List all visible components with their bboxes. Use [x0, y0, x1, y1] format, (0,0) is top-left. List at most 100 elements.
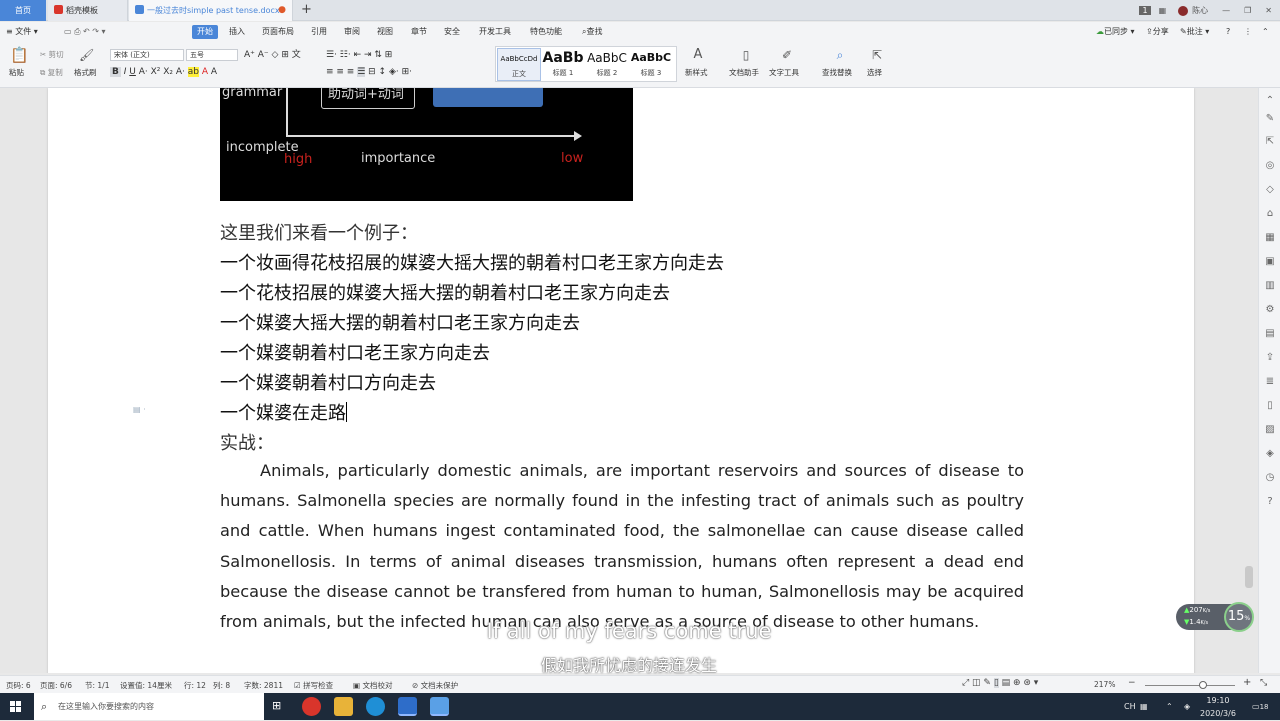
- doc-example-line-5[interactable]: 一个媒婆朝着村口方向走去: [220, 369, 436, 395]
- spell-check-button[interactable]: ☑ 拼写检查: [294, 680, 333, 691]
- format-painter-icon[interactable]: 🖌: [79, 48, 94, 62]
- menu-features[interactable]: 特色功能: [530, 25, 562, 39]
- status-col[interactable]: 列: 8: [213, 680, 230, 691]
- help-button[interactable]: ?: [1226, 25, 1230, 39]
- document-icon[interactable]: ▯: [1263, 399, 1277, 413]
- file-explorer-icon[interactable]: [334, 697, 353, 716]
- menu-view[interactable]: 视图: [377, 25, 393, 39]
- share-button[interactable]: ⇪分享: [1146, 25, 1169, 39]
- collapse-pane-icon[interactable]: ⌃: [1263, 94, 1277, 108]
- taskbar-search-box[interactable]: ⌕ 在这里输入你要搜索的内容: [34, 693, 264, 720]
- tab-document[interactable]: 一般过去时simple past tense.docx ●: [129, 0, 293, 21]
- cursor-icon[interactable]: ⇱: [1263, 135, 1277, 149]
- new-style-icon[interactable]: A: [691, 48, 705, 62]
- netease-music-icon[interactable]: [302, 697, 321, 716]
- sliders-icon[interactable]: ≣: [1263, 375, 1277, 389]
- vertical-scrollbar[interactable]: [1243, 88, 1256, 673]
- wps-writer-icon[interactable]: [398, 697, 417, 716]
- new-tab-icon[interactable]: +: [301, 0, 312, 21]
- menu-home[interactable]: 开始: [192, 25, 218, 39]
- doc-assistant-icon[interactable]: ▯: [739, 48, 753, 62]
- apps-icon[interactable]: ▣: [1263, 255, 1277, 269]
- font-name-select[interactable]: 宋体 (正文): [110, 49, 184, 61]
- notification-icon[interactable]: ▭18: [1252, 693, 1268, 720]
- security-tray-icon[interactable]: ◈: [1184, 693, 1190, 720]
- proofread-button[interactable]: ▣ 文档校对: [353, 680, 392, 691]
- font-size-buttons[interactable]: A⁺ A⁻ ◇ ⊞ 文: [244, 50, 301, 60]
- stamp-icon[interactable]: ⌂: [1263, 207, 1277, 221]
- windows-start-icon[interactable]: [10, 701, 21, 712]
- share-pane-icon[interactable]: ⇪: [1263, 351, 1277, 365]
- doc-example-line-6[interactable]: 一个媒婆在走路: [220, 399, 347, 425]
- status-pages[interactable]: 页面: 6/6: [40, 680, 72, 691]
- shield-icon[interactable]: ◈: [1263, 447, 1277, 461]
- style-normal[interactable]: AaBbCcDd 正文: [497, 48, 541, 81]
- close-tab-icon[interactable]: ●: [278, 0, 286, 21]
- style-heading-3[interactable]: AaBbC 标题 3: [629, 48, 673, 81]
- status-setting[interactable]: 设置值: 14厘米: [120, 680, 172, 691]
- paste-button[interactable]: 粘贴: [9, 68, 24, 78]
- zoom-in-icon[interactable]: +: [1243, 677, 1251, 688]
- comment-button[interactable]: ✎批注 ▾: [1180, 25, 1209, 39]
- sync-status[interactable]: ☁已同步 ▾: [1096, 25, 1135, 39]
- menu-security[interactable]: 安全: [444, 25, 460, 39]
- view-mode-buttons[interactable]: ⤢ ◫ ✎ ▯ ▤ ⊕ ⊛ ▾: [962, 678, 1038, 688]
- paste-icon[interactable]: 📋: [10, 48, 29, 63]
- menu-file[interactable]: ≡ 文件 ▾: [6, 25, 38, 39]
- scrollbar-thumb[interactable]: [1245, 566, 1253, 588]
- zoom-level[interactable]: 217%: [1094, 680, 1115, 689]
- shapes-icon[interactable]: ◇: [1263, 183, 1277, 197]
- text-tools-icon[interactable]: ✐: [780, 48, 794, 62]
- help-pane-icon[interactable]: ?: [1263, 495, 1277, 509]
- format-painter-button[interactable]: 格式刷: [74, 68, 97, 78]
- fullscreen-icon[interactable]: ⤡: [1260, 678, 1267, 688]
- doc-example-line-3[interactable]: 一个媒婆大摇大摆的朝着村口老王家方向走去: [220, 309, 580, 335]
- menu-references[interactable]: 引用: [311, 25, 327, 39]
- find-replace-button[interactable]: 查找替换: [822, 68, 852, 78]
- doc-example-line-2[interactable]: 一个花枝招展的媒婆大摇大摆的朝着村口老王家方向走去: [220, 279, 670, 305]
- paragraph-marker-icon[interactable]: ▤ ·: [133, 405, 146, 414]
- select-button[interactable]: 选择: [867, 68, 882, 78]
- zoom-out-icon[interactable]: −: [1128, 678, 1136, 688]
- doc-example-line-1[interactable]: 一个妆画得花枝招展的媒婆大摇大摆的朝着村口老王家方向走去: [220, 249, 724, 275]
- settings-icon[interactable]: ⚙: [1263, 303, 1277, 317]
- more-icon[interactable]: ⋮: [1244, 25, 1252, 39]
- select-cursor-icon[interactable]: ⇱: [870, 48, 884, 62]
- list-buttons[interactable]: ☰· ☷· ⇤ ⇥ ⇅ ⊞: [326, 50, 392, 60]
- text-tools-button[interactable]: 文字工具: [769, 68, 799, 78]
- user-name[interactable]: 陈心: [1192, 5, 1208, 16]
- edge-browser-icon[interactable]: [366, 697, 385, 716]
- image-icon[interactable]: ▨: [1263, 423, 1277, 437]
- embedded-figure[interactable]: grammar 助动词+动词 incomplete high importanc…: [220, 88, 633, 201]
- font-style-buttons[interactable]: B I U A· X² X₂ A· ab A A: [110, 67, 217, 77]
- status-words[interactable]: 字数: 2811: [244, 680, 283, 691]
- history-icon[interactable]: ◷: [1263, 471, 1277, 485]
- grid-icon[interactable]: ▦: [1159, 6, 1167, 15]
- close-window-icon[interactable]: ✕: [1265, 6, 1272, 15]
- find-replace-icon[interactable]: ⌕: [833, 48, 847, 62]
- template-pane-icon[interactable]: ▤: [1263, 327, 1277, 341]
- style-heading-2[interactable]: AaBbC 标题 2: [585, 48, 629, 81]
- copy-button[interactable]: ⧉ 复制: [40, 68, 63, 78]
- collapse-ribbon-icon[interactable]: ⌃: [1262, 25, 1269, 39]
- status-page[interactable]: 页码: 6: [6, 680, 31, 691]
- ime-mode-icon[interactable]: ▦: [1140, 693, 1148, 720]
- zoom-slider-handle[interactable]: [1199, 681, 1207, 689]
- quick-access-toolbar[interactable]: ▭ ⎙ ↶ ↷ ▾: [64, 25, 106, 39]
- align-buttons[interactable]: ≡ ≡ ≡ ☰ ⊟ ↕ ◈· ⊞·: [326, 67, 412, 77]
- pen-icon[interactable]: ✎: [1263, 112, 1277, 126]
- location-icon[interactable]: ◎: [1263, 159, 1277, 173]
- protection-status[interactable]: ⊘ 文档未保护: [412, 680, 458, 691]
- menu-insert[interactable]: 插入: [229, 25, 245, 39]
- status-section[interactable]: 节: 1/1: [85, 680, 109, 691]
- new-style-button[interactable]: 新样式: [685, 68, 708, 78]
- doc-practice-heading[interactable]: 实战：: [220, 429, 274, 455]
- status-row[interactable]: 行: 12: [184, 680, 206, 691]
- network-speed-widget[interactable]: ▲207K/s ▼1.4K/s 15%: [1176, 602, 1254, 632]
- doc-assistant-button[interactable]: 文档助手: [729, 68, 759, 78]
- cut-button[interactable]: ✂ 剪切: [40, 50, 64, 60]
- minimize-icon[interactable]: —: [1222, 6, 1230, 15]
- doc-english-paragraph[interactable]: Animals, particularly domestic animals, …: [220, 456, 1024, 637]
- font-size-select[interactable]: 五号: [186, 49, 238, 61]
- task-view-icon[interactable]: ⊞: [272, 699, 281, 712]
